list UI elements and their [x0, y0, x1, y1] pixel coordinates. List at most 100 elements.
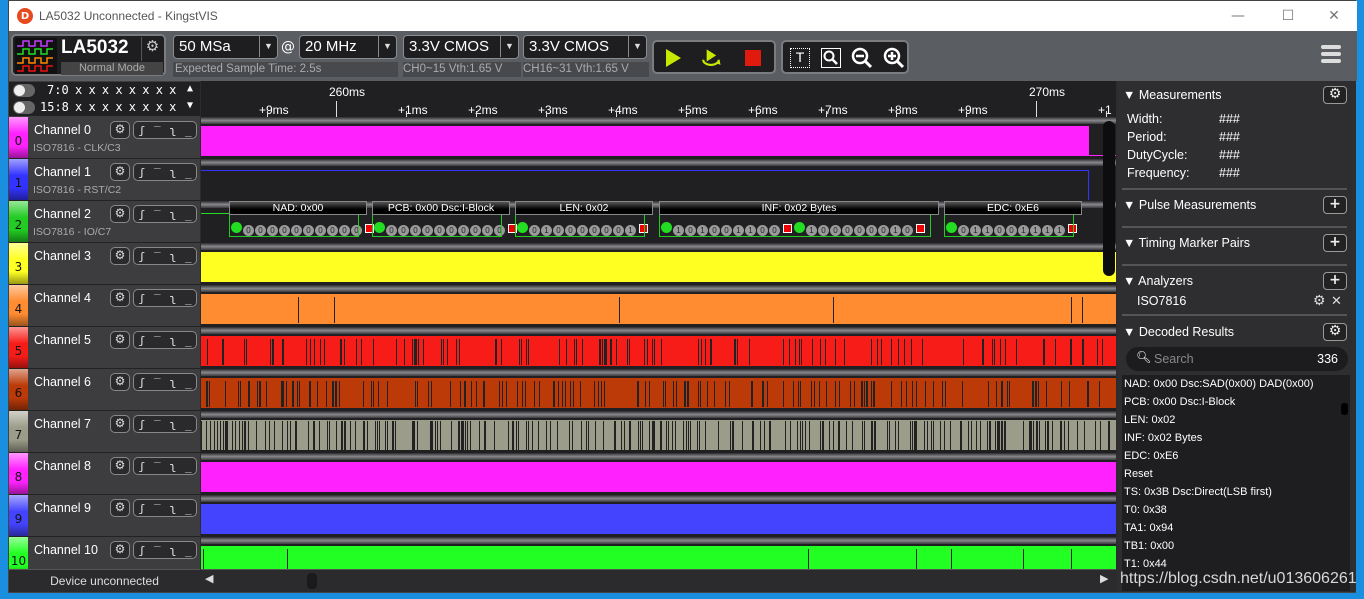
trigger-selector[interactable]: ʃ ‾ ʅ _: [133, 163, 197, 181]
channel-settings-icon[interactable]: ⚙: [110, 289, 130, 307]
rising-edge-trigger-icon[interactable]: ʃ: [138, 250, 145, 263]
low-level-trigger-icon[interactable]: _: [185, 418, 192, 431]
channel-settings-icon[interactable]: ⚙: [110, 121, 130, 139]
low-level-trigger-icon[interactable]: _: [185, 292, 192, 305]
channel-color-tag[interactable]: 1: [9, 159, 28, 200]
zoom-fit-icon[interactable]: [818, 46, 844, 70]
channel-name[interactable]: Channel 3: [34, 249, 91, 263]
decoded-result-item[interactable]: NAD: 0x00 Dsc:SAD(0x00) DAD(0x00): [1124, 378, 1314, 390]
high-level-trigger-icon[interactable]: ‾: [154, 334, 161, 347]
horizontal-scrollbar[interactable]: ◀ ▶: [201, 569, 1116, 591]
falling-edge-trigger-icon[interactable]: ʅ: [169, 250, 176, 263]
decoded-result-item[interactable]: TS: 0x3B Dsc:Direct(LSB first): [1124, 486, 1272, 498]
low-level-trigger-icon[interactable]: _: [185, 334, 192, 347]
channel-color-tag[interactable]: 6: [9, 369, 28, 410]
trigger-selector[interactable]: ʃ ‾ ʅ _: [133, 541, 197, 559]
low-level-trigger-icon[interactable]: _: [185, 208, 192, 221]
measurements-settings-icon[interactable]: ⚙: [1323, 86, 1347, 104]
zoom-out-icon[interactable]: [849, 46, 875, 70]
channel-color-tag[interactable]: 2: [9, 201, 28, 242]
decoded-result-item[interactable]: EDC: 0xE6: [1124, 450, 1178, 462]
pulse-measurements-header[interactable]: ▼ Pulse Measurements: [1123, 198, 1256, 212]
channel-waveform[interactable]: [201, 327, 1116, 369]
high-level-trigger-icon[interactable]: ‾: [154, 124, 161, 137]
trigger-selector[interactable]: ʃ ‾ ʅ _: [133, 247, 197, 265]
channel-name[interactable]: Channel 9: [34, 501, 91, 515]
minimize-button[interactable]: —: [1215, 1, 1261, 31]
channel-waveform[interactable]: [201, 453, 1116, 495]
trigger-selector[interactable]: ʃ ‾ ʅ _: [133, 415, 197, 433]
rising-edge-trigger-icon[interactable]: ʃ: [138, 124, 145, 137]
scroll-right-icon[interactable]: ▶: [1100, 572, 1108, 585]
falling-edge-trigger-icon[interactable]: ʅ: [169, 418, 176, 431]
zoom-in-icon[interactable]: [881, 46, 907, 70]
rising-edge-trigger-icon[interactable]: ʃ: [138, 292, 145, 305]
results-scrollbar[interactable]: [1341, 403, 1348, 415]
high-level-trigger-icon[interactable]: ‾: [154, 292, 161, 305]
trigger-selector[interactable]: ʃ ‾ ʅ _: [133, 457, 197, 475]
channel-color-tag[interactable]: 3: [9, 243, 28, 284]
channel-row[interactable]: 2 Channel 2 ISO7816 - IO/C7 ⚙ ʃ ‾ ʅ _: [9, 201, 200, 243]
channel-settings-icon[interactable]: ⚙: [110, 163, 130, 181]
channel-row[interactable]: 7 Channel 7 ⚙ ʃ ‾ ʅ _: [9, 411, 200, 453]
analyzers-header[interactable]: ▼ Analyzers: [1123, 274, 1193, 288]
channel-waveform[interactable]: [201, 369, 1116, 411]
channel-row[interactable]: 9 Channel 9 ⚙ ʃ ‾ ʅ _: [9, 495, 200, 537]
falling-edge-trigger-icon[interactable]: ʅ: [169, 334, 176, 347]
channel-settings-icon[interactable]: ⚙: [110, 415, 130, 433]
channel-settings-icon[interactable]: ⚙: [110, 541, 130, 559]
scroll-thumb[interactable]: [307, 573, 317, 589]
decoded-result-item[interactable]: TA1: 0x94: [1124, 522, 1173, 534]
decode-frame-label[interactable]: NAD: 0x00: [229, 201, 367, 215]
decoded-results-header[interactable]: ▼ Decoded Results: [1123, 325, 1234, 339]
hamburger-menu-icon[interactable]: [1321, 45, 1341, 63]
channel-row[interactable]: 8 Channel 8 ⚙ ʃ ‾ ʅ _: [9, 453, 200, 495]
channel-color-tag[interactable]: 7: [9, 411, 28, 452]
add-analyzer-button[interactable]: +: [1323, 272, 1347, 290]
low-level-trigger-icon[interactable]: _: [185, 460, 192, 473]
trigger-selector[interactable]: ʃ ‾ ʅ _: [133, 373, 197, 391]
high-level-trigger-icon[interactable]: ‾: [154, 502, 161, 515]
channel-row[interactable]: 4 Channel 4 ⚙ ʃ ‾ ʅ _: [9, 285, 200, 327]
maximize-button[interactable]: ☐: [1265, 1, 1311, 31]
low-level-trigger-icon[interactable]: _: [185, 376, 192, 389]
falling-edge-trigger-icon[interactable]: ʅ: [169, 376, 176, 389]
low-level-trigger-icon[interactable]: _: [185, 502, 192, 515]
channel-settings-icon[interactable]: ⚙: [110, 205, 130, 223]
rising-edge-trigger-icon[interactable]: ʃ: [138, 166, 145, 179]
close-button[interactable]: ✕: [1311, 1, 1357, 31]
timing-marker-header[interactable]: ▼ Timing Marker Pairs: [1123, 236, 1250, 250]
channel-row[interactable]: 6 Channel 6 ⚙ ʃ ‾ ʅ _: [9, 369, 200, 411]
results-search-input[interactable]: 🔍︎ Search 336: [1126, 347, 1348, 371]
scroll-up-icon[interactable]: ▲: [187, 83, 193, 94]
remove-analyzer-icon[interactable]: ✕: [1331, 293, 1342, 309]
high-level-trigger-icon[interactable]: ‾: [154, 208, 161, 221]
channel-name[interactable]: Channel 2: [34, 207, 91, 221]
decoded-settings-icon[interactable]: ⚙: [1323, 323, 1347, 341]
trigger-selector[interactable]: ʃ ‾ ʅ _: [133, 121, 197, 139]
falling-edge-trigger-icon[interactable]: ʅ: [169, 292, 176, 305]
trigger-selector[interactable]: ʃ ‾ ʅ _: [133, 499, 197, 517]
trigger-selector[interactable]: ʃ ‾ ʅ _: [133, 289, 197, 307]
low-level-trigger-icon[interactable]: _: [185, 250, 192, 263]
text-marker-icon[interactable]: T: [787, 46, 813, 70]
channel-row[interactable]: 3 Channel 3 ⚙ ʃ ‾ ʅ _: [9, 243, 200, 285]
rising-edge-trigger-icon[interactable]: ʃ: [138, 334, 145, 347]
channel-settings-icon[interactable]: ⚙: [110, 499, 130, 517]
high-level-trigger-icon[interactable]: ‾: [154, 418, 161, 431]
falling-edge-trigger-icon[interactable]: ʅ: [169, 124, 176, 137]
decoded-result-item[interactable]: T1: 0x44: [1124, 558, 1167, 570]
channel-name[interactable]: Channel 10: [34, 543, 98, 557]
rising-edge-trigger-icon[interactable]: ʃ: [138, 418, 145, 431]
decode-frame-label[interactable]: PCB: 0x00 Dsc:I-Block: [372, 201, 510, 215]
high-level-trigger-icon[interactable]: ‾: [154, 376, 161, 389]
decoded-result-item[interactable]: Reset: [1124, 468, 1153, 480]
channel-name[interactable]: Channel 0: [34, 123, 91, 137]
channel-settings-icon[interactable]: ⚙: [110, 247, 130, 265]
channel-waveform[interactable]: [201, 537, 1116, 569]
decoded-result-item[interactable]: LEN: 0x02: [1124, 414, 1175, 426]
low-level-trigger-icon[interactable]: _: [185, 544, 192, 557]
rising-edge-trigger-icon[interactable]: ʃ: [138, 460, 145, 473]
decode-frame-label[interactable]: LEN: 0x02: [515, 201, 653, 215]
channel-waveform[interactable]: [201, 411, 1116, 453]
